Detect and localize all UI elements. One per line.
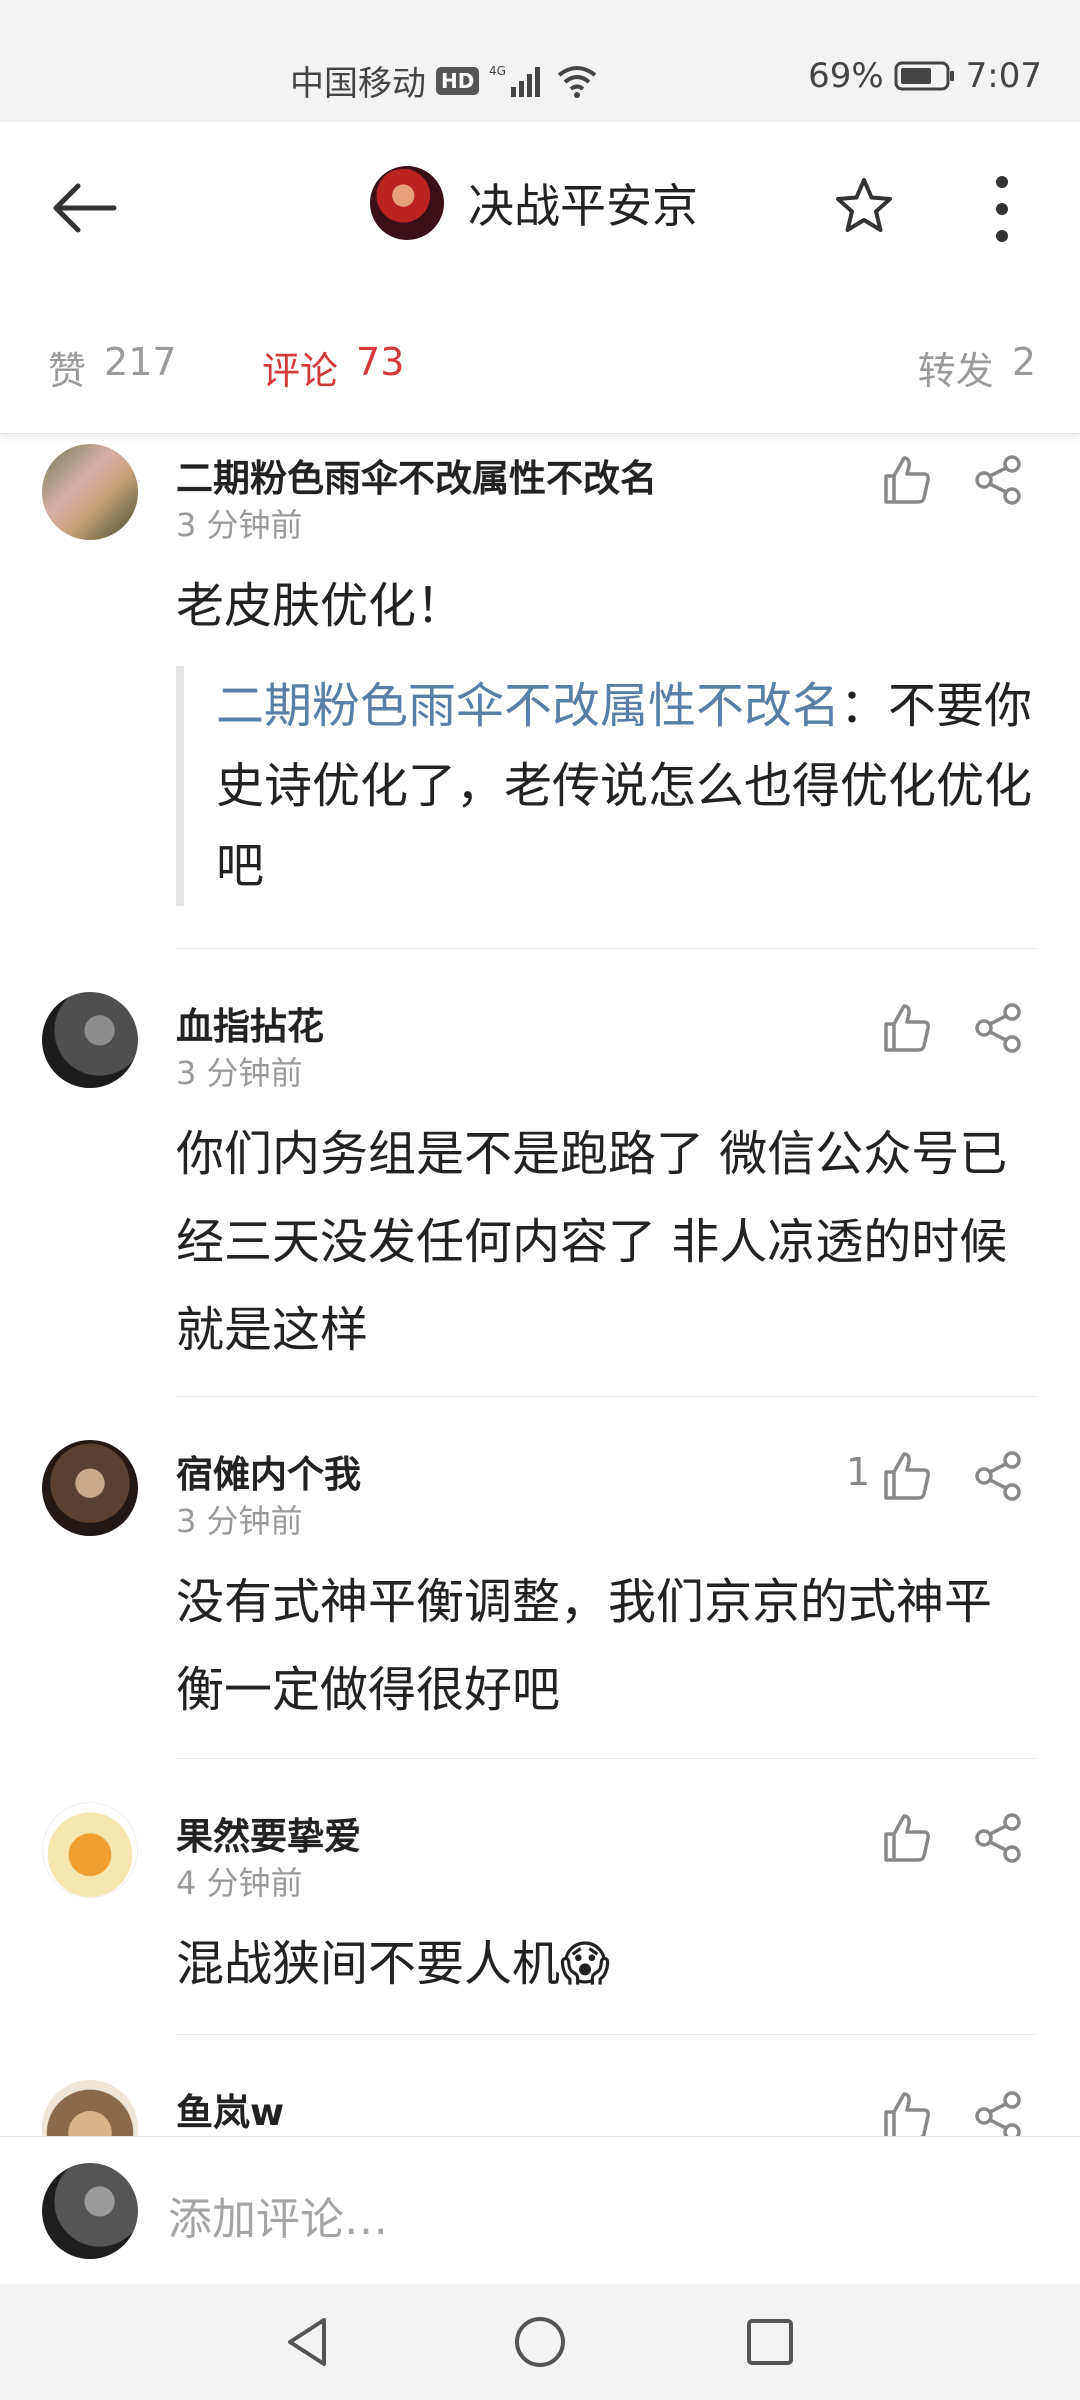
user-avatar <box>42 2163 138 2259</box>
quoted-author[interactable]: 二期粉色雨伞不改属性不改名 <box>216 678 840 734</box>
avatar[interactable] <box>42 1440 138 1536</box>
nav-back-icon[interactable] <box>278 2312 338 2372</box>
tab-reposts-label: 转发 <box>917 349 994 393</box>
star-icon[interactable] <box>832 174 896 238</box>
app-bar: 决战平安京 <box>0 122 1080 294</box>
tab-reposts-count: 2 <box>1011 340 1036 384</box>
header-title-group: 决战平安京 <box>370 166 698 240</box>
tab-likes[interactable]: 赞 217 <box>48 340 177 395</box>
avatar[interactable] <box>42 444 138 540</box>
comment-time: 4 分钟前 <box>176 1864 303 1902</box>
status-bar: 中国移动 HD 4G 69% 7:07 <box>0 0 1080 122</box>
tab-bar: 赞 217 评论 73 转发 2 <box>0 294 1080 434</box>
avatar[interactable] <box>42 2080 138 2136</box>
quoted-reply: 二期粉色雨伞不改属性不改名：不要你史诗优化了，老传说怎么也得优化优化吧 <box>176 666 1036 906</box>
tab-comments-count: 73 <box>356 340 405 384</box>
share-icon[interactable] <box>970 452 1026 508</box>
comment-text: 没有式神平衡调整，我们京京的式神平衡一定做得很好吧 <box>176 1574 993 1718</box>
share-icon[interactable] <box>970 2088 1026 2136</box>
comment-author[interactable]: 宿傩内个我 <box>176 1444 361 1498</box>
hd-icon: HD <box>436 66 480 95</box>
comment-item: 鱼岚w <box>0 2076 1080 2136</box>
comment-author[interactable]: 果然要挚爱 <box>176 1806 361 1860</box>
carrier-label: 中国移动 <box>290 64 426 104</box>
nav-recents-icon[interactable] <box>740 2312 800 2372</box>
back-arrow-icon[interactable] <box>50 180 120 236</box>
tab-reposts[interactable]: 转发 2 <box>918 340 1036 395</box>
thumbs-up-icon[interactable] <box>878 2088 934 2136</box>
signal-icon: 4G <box>489 63 545 99</box>
avatar[interactable] <box>42 992 138 1088</box>
comment-item: 二期粉色雨伞不改属性不改名 3 分钟前 老皮肤优化！ 二期粉色雨伞不改属性不改名… <box>0 440 1080 950</box>
comment-input-bar: 添加评论… <box>0 2136 1080 2284</box>
status-center: 中国移动 HD 4G <box>290 56 599 105</box>
status-right: 69% 7:07 <box>808 56 1042 96</box>
divider <box>176 1758 1038 1759</box>
divider <box>176 1396 1038 1397</box>
thumbs-up-icon[interactable] <box>878 1000 934 1056</box>
tab-comments-label: 评论 <box>262 349 339 393</box>
quoted-separator: ： <box>840 678 889 734</box>
tab-likes-count: 217 <box>104 340 177 384</box>
comment-author[interactable]: 血指拈花 <box>176 996 324 1050</box>
comment-item: 果然要挚爱 4 分钟前 混战狭间不要人机😱 <box>0 1798 1080 2038</box>
tab-comments[interactable]: 评论 73 <box>262 340 404 395</box>
comment-author[interactable]: 二期粉色雨伞不改属性不改名 <box>176 448 657 502</box>
comment-input[interactable]: 添加评论… <box>168 2183 388 2247</box>
tab-likes-label: 赞 <box>48 349 87 393</box>
comment-text: 你们内务组是不是跑路了 微信公众号已经三天没发任何内容了 非人凉透的时候就是这样 <box>176 1126 1008 1358</box>
comment-time: 3 分钟前 <box>176 1054 303 1092</box>
network-type-label: 4G <box>489 64 506 78</box>
comment-text: 混战狭间不要人机😱 <box>176 1936 611 1992</box>
battery-percent: 69% <box>808 56 884 96</box>
divider <box>176 948 1038 949</box>
clock: 7:07 <box>965 56 1042 96</box>
system-nav-bar <box>0 2284 1080 2400</box>
share-icon[interactable] <box>970 1000 1026 1056</box>
battery-icon <box>894 60 956 92</box>
share-icon[interactable] <box>970 1448 1026 1504</box>
thumbs-up-icon[interactable] <box>878 1448 934 1504</box>
avatar[interactable] <box>42 1802 138 1898</box>
divider <box>176 2034 1038 2035</box>
thumbs-up-icon[interactable] <box>878 1810 934 1866</box>
thumbs-up-icon[interactable] <box>878 452 934 508</box>
comment-author[interactable]: 鱼岚w <box>176 2082 284 2136</box>
comment-text: 老皮肤优化！ <box>176 578 465 634</box>
comment-item: 宿傩内个我 3 分钟前 1 没有式神平衡调整，我们京京的式神平衡一定做得很好吧 <box>0 1436 1080 1776</box>
comment-time: 3 分钟前 <box>176 1502 303 1540</box>
nav-home-icon[interactable] <box>510 2312 570 2372</box>
share-icon[interactable] <box>970 1810 1026 1866</box>
page-title: 决战平安京 <box>468 179 698 233</box>
wifi-icon <box>555 63 599 99</box>
comment-time: 3 分钟前 <box>176 506 303 544</box>
comment-item: 血指拈花 3 分钟前 你们内务组是不是跑路了 微信公众号已经三天没发任何内容了 … <box>0 986 1080 1416</box>
more-options-icon[interactable] <box>990 174 1014 244</box>
game-avatar <box>370 166 444 240</box>
like-count: 1 <box>846 1450 871 1494</box>
